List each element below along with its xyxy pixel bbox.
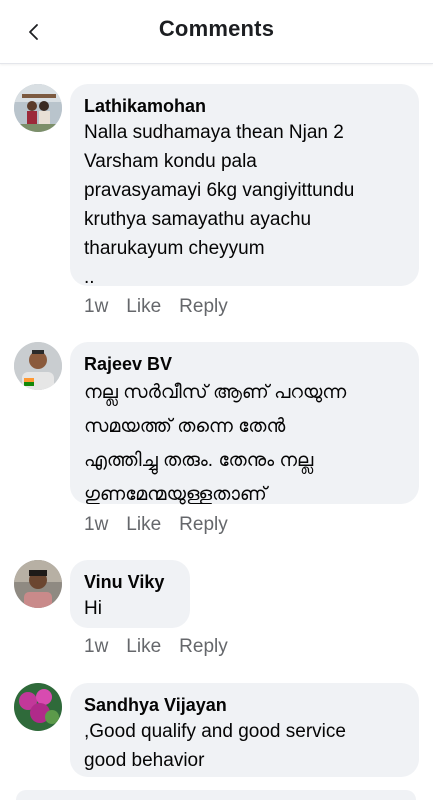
comment-bubble: Lathikamohan Nalla sudhamaya thean Njan … bbox=[70, 84, 419, 288]
comment-author[interactable]: Sandhya Vijayan bbox=[84, 693, 405, 717]
comment-author[interactable]: Lathikamohan bbox=[84, 94, 405, 118]
comment-text: Nalla sudhamaya thean Njan 2 Varsham kon… bbox=[84, 122, 355, 288]
comment-actions: 1w Like Reply bbox=[84, 296, 228, 318]
reply-button[interactable]: Reply bbox=[179, 514, 228, 536]
comment-text: Hi bbox=[84, 598, 102, 619]
comment-actions: 1w Like Reply bbox=[84, 514, 228, 536]
comment-time[interactable]: 1w bbox=[84, 636, 108, 658]
reply-button[interactable]: Reply bbox=[179, 296, 228, 318]
comment-text: നല്ല സർവീസ് ആണ് പറയുന്ന സമയത്ത് തന്നെ തേ… bbox=[84, 382, 347, 505]
like-button[interactable]: Like bbox=[126, 514, 161, 536]
avatar[interactable] bbox=[14, 342, 62, 390]
comment-bubble: Vinu Viky Hi bbox=[70, 560, 190, 628]
avatar[interactable] bbox=[14, 84, 62, 132]
reply-button[interactable]: Reply bbox=[179, 636, 228, 658]
header-bar: Comments bbox=[0, 0, 433, 64]
avatar[interactable] bbox=[14, 683, 62, 731]
comment-input-bar[interactable] bbox=[16, 790, 416, 800]
comment-author[interactable]: Vinu Viky bbox=[84, 570, 176, 594]
comment-author[interactable]: Rajeev BV bbox=[84, 352, 405, 376]
comment-time[interactable]: 1w bbox=[84, 514, 108, 536]
comment-bubble: Sandhya Vijayan ,Good qualify and good s… bbox=[70, 683, 419, 777]
comment-bubble: Rajeev BV നല്ല സർവീസ് ആണ് പറയുന്ന സമയത്ത… bbox=[70, 342, 419, 505]
avatar[interactable] bbox=[14, 560, 62, 608]
comment-actions: 1w Like Reply bbox=[84, 636, 228, 658]
page-title: Comments bbox=[158, 16, 275, 41]
like-button[interactable]: Like bbox=[126, 296, 161, 318]
like-button[interactable]: Like bbox=[126, 636, 161, 658]
comment-text: ,Good qualify and good service good beha… bbox=[84, 721, 346, 771]
comment-time[interactable]: 1w bbox=[84, 296, 108, 318]
